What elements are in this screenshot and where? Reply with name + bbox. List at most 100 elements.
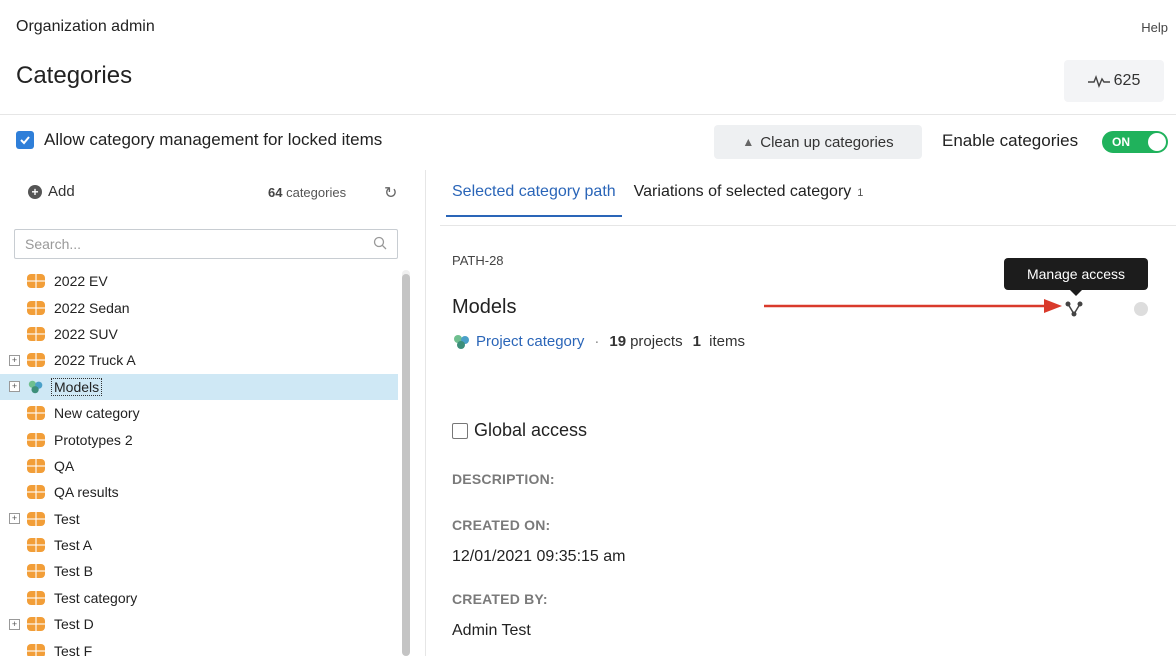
- tree-item[interactable]: New category: [0, 400, 398, 426]
- toggle-state-text: ON: [1112, 135, 1130, 149]
- activity-count: 625: [1113, 72, 1141, 89]
- global-access-checkbox[interactable]: [452, 422, 468, 439]
- help-link[interactable]: Help: [1141, 20, 1168, 35]
- tree-item-label: Test B: [54, 563, 93, 580]
- tree-item[interactable]: 2022 Sedan: [0, 294, 398, 320]
- category-icon: [27, 538, 45, 553]
- tree-item-label: 2022 EV: [54, 273, 108, 290]
- path-id: PATH-28: [452, 253, 504, 268]
- tree-item[interactable]: +2022 Truck A: [0, 347, 398, 373]
- search-field[interactable]: [14, 229, 398, 259]
- projects-label: projects: [630, 333, 683, 350]
- variations-badge: 1: [857, 187, 864, 199]
- add-label: Add: [48, 183, 75, 200]
- search-input[interactable]: [15, 230, 355, 258]
- category-icon: [27, 590, 45, 605]
- manage-access-tooltip: Manage access: [1004, 258, 1148, 296]
- category-title: Models: [452, 296, 517, 318]
- project-category-icon: [28, 380, 43, 394]
- tree-scrollbar[interactable]: [402, 270, 410, 656]
- category-icon: [27, 511, 45, 526]
- enable-categories-label: Enable categories: [942, 131, 1079, 150]
- created-by-label: CREATED BY:: [452, 591, 548, 607]
- detail-tabs: Selected category path Variations of sel…: [446, 183, 864, 217]
- add-category-button[interactable]: + Add: [28, 183, 75, 200]
- category-icon: [27, 485, 45, 500]
- tree-item-label: Test: [54, 510, 80, 527]
- tab-label: Variations of selected category: [633, 183, 852, 200]
- tree-item-label: New category: [54, 405, 140, 422]
- tree-item-label: Test A: [54, 537, 93, 554]
- tree-item[interactable]: QA: [0, 453, 398, 479]
- tree-item[interactable]: + Test D: [0, 611, 398, 637]
- tree-item[interactable]: 2022 SUV: [0, 321, 398, 347]
- activity-icon: [1087, 74, 1110, 88]
- allow-locked-checkbox[interactable]: [16, 131, 34, 149]
- tree-item[interactable]: QA results: [0, 479, 398, 505]
- tree-item-label: 2022 SUV: [54, 325, 118, 342]
- tree-item-label: Test D: [54, 616, 94, 633]
- header-divider: [0, 114, 1176, 115]
- scrollbar-thumb[interactable]: [402, 274, 410, 656]
- expand-icon[interactable]: +: [9, 381, 20, 393]
- items-count: 1: [692, 333, 701, 350]
- category-icon: [27, 274, 45, 289]
- tree-item[interactable]: Test F: [0, 637, 398, 656]
- tree-item-label: QA: [54, 457, 75, 474]
- tree-item[interactable]: + Test: [0, 506, 398, 532]
- category-type-link[interactable]: Project category: [476, 333, 584, 350]
- created-on-value: 12/01/2021 09:35:15 am: [452, 548, 626, 565]
- info-icon[interactable]: [1134, 302, 1148, 316]
- expand-icon[interactable]: +: [9, 618, 20, 630]
- tree-item-label: 2022 Truck A: [54, 352, 136, 369]
- category-icon: [27, 326, 45, 341]
- global-access-option[interactable]: Global access: [452, 420, 587, 441]
- tree-item-label: Test category: [54, 589, 138, 606]
- expand-icon[interactable]: +: [9, 513, 20, 525]
- plus-icon: +: [28, 184, 42, 199]
- tree-item[interactable]: + Models: [0, 373, 398, 400]
- tree-item-label: 2022 Sedan: [54, 299, 130, 316]
- separator-dot: ·: [594, 333, 600, 350]
- section-title: Organization admin: [16, 18, 155, 35]
- enable-categories-toggle[interactable]: ON: [1102, 131, 1168, 153]
- tree-item-label: Prototypes 2: [54, 431, 133, 448]
- items-label: items: [709, 333, 745, 350]
- search-icon: [373, 236, 387, 250]
- refresh-icon[interactable]: ↻: [384, 183, 397, 203]
- description-label: DESCRIPTION:: [452, 471, 555, 487]
- allow-locked-option[interactable]: Allow category management for locked ite…: [16, 130, 382, 150]
- tab-variations[interactable]: Variations of selected category 1: [634, 183, 864, 217]
- category-icon: [27, 353, 45, 368]
- category-icon: [27, 300, 45, 315]
- category-icon: [27, 643, 45, 656]
- tab-label: Selected category path: [452, 183, 616, 200]
- created-on-label: CREATED ON:: [452, 517, 551, 533]
- category-count-number: 64: [268, 185, 283, 200]
- tree-item[interactable]: Prototypes 2: [0, 426, 398, 452]
- expand-icon[interactable]: +: [9, 354, 20, 366]
- tab-selected-category-path[interactable]: Selected category path: [446, 183, 622, 217]
- projects-count: 19: [609, 333, 627, 350]
- category-icon: [27, 406, 45, 421]
- tree-item-label: Models: [51, 377, 103, 396]
- tree-item[interactable]: 2022 EV: [0, 268, 398, 294]
- cleanup-categories-button[interactable]: ▲ Clean up categories: [714, 125, 922, 159]
- tree-item[interactable]: Test category: [0, 585, 398, 611]
- global-access-label: Global access: [474, 420, 588, 440]
- tabs-divider: [440, 225, 1176, 226]
- allow-locked-label: Allow category management for locked ite…: [44, 130, 383, 149]
- category-count: 64 categories: [268, 185, 346, 200]
- check-icon: [20, 136, 30, 145]
- category-count-suffix: categories: [286, 185, 347, 200]
- broom-icon: ▲: [742, 135, 755, 149]
- activity-button[interactable]: 625: [1064, 60, 1164, 102]
- manage-access-icon[interactable]: [1064, 300, 1084, 318]
- tree-item-label: QA results: [54, 484, 119, 501]
- page-title: Categories: [16, 62, 133, 89]
- tree-item[interactable]: Test B: [0, 558, 398, 584]
- annotation-arrow: [764, 299, 1062, 313]
- tree-item[interactable]: Test A: [0, 532, 398, 558]
- tree-item-label: Test F: [54, 642, 93, 656]
- cleanup-label: Clean up categories: [760, 133, 894, 151]
